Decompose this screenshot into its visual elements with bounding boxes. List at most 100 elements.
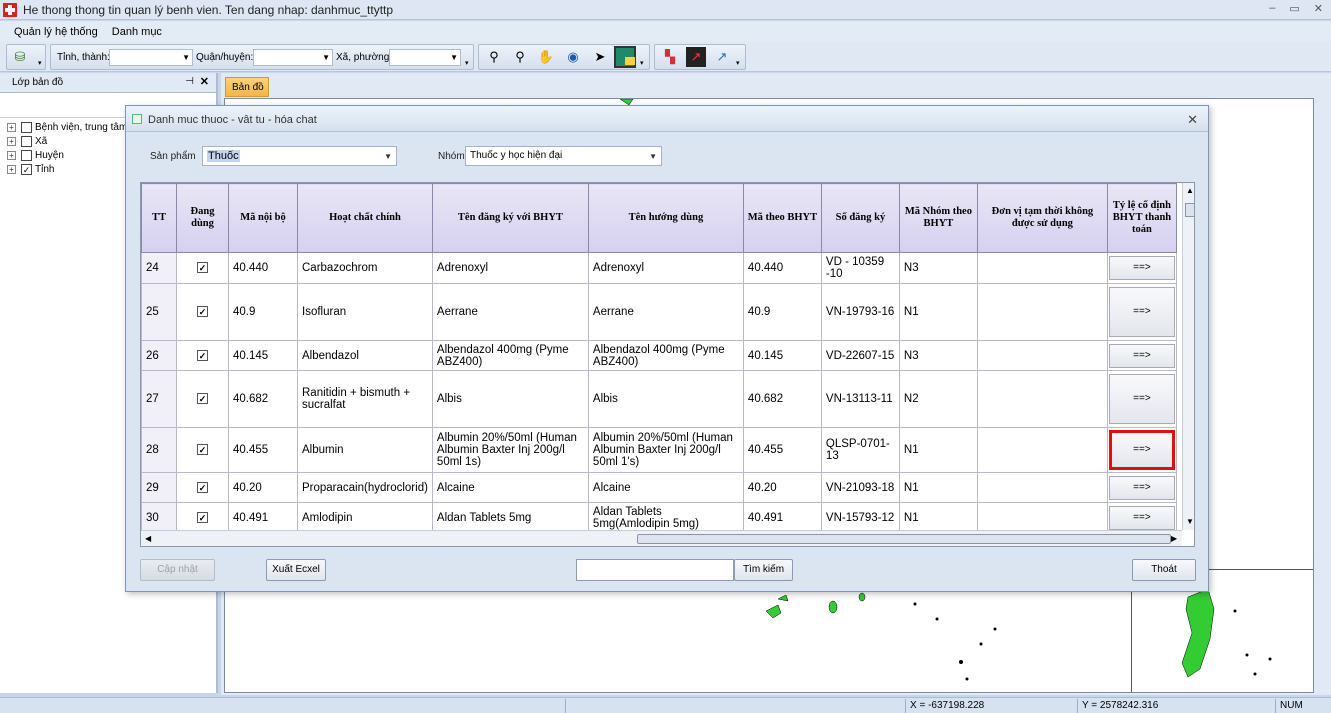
bhyt-rate-button[interactable]: ==> xyxy=(1108,287,1175,337)
cell-usage-name[interactable]: Albis xyxy=(587,370,744,428)
cell-usage-name[interactable]: Albumin 20%/50ml (Human Albumin Baxter I… xyxy=(587,427,744,473)
cell-active-ingredient[interactable]: Amlodipin xyxy=(297,502,433,533)
col-header-in-use[interactable]: Đang dùng xyxy=(176,183,229,253)
pan-hand-icon[interactable]: ✋ xyxy=(536,47,556,67)
cell-internal-code[interactable]: 40.145 xyxy=(228,340,298,371)
checkbox[interactable] xyxy=(21,121,32,133)
cell-bhyt-name[interactable]: Albumin 20%/50ml (Human Albumin Baxter I… xyxy=(431,427,589,473)
cell-active-ingredient[interactable]: Ranitidin + bismuth + sucralfat xyxy=(297,370,433,428)
in-use-checkbox[interactable]: ✓ xyxy=(197,511,208,523)
table-row[interactable]: 26 ✓ 40.145 Albendazol Albendazol 400mg … xyxy=(141,340,1177,371)
expand-icon[interactable]: + xyxy=(7,150,16,160)
in-use-checkbox[interactable]: ✓ xyxy=(197,306,208,317)
cell-usage-name[interactable]: Alcaine xyxy=(587,472,744,503)
bhyt-rate-button[interactable]: ==> xyxy=(1108,343,1175,368)
horizontal-scrollbar[interactable]: ◀ ▶ xyxy=(141,530,1182,546)
cell-bhyt-code[interactable]: 40.682 xyxy=(742,370,822,428)
col-header-tt[interactable]: TT xyxy=(141,183,177,253)
cell-bhyt-group[interactable]: N2 xyxy=(898,370,978,428)
cell-internal-code[interactable]: 40.9 xyxy=(228,283,298,341)
table-row[interactable]: 24 ✓ 40.440 Carbazochrom Adrenoxyl Adren… xyxy=(141,252,1177,284)
district-select[interactable]: ▼ xyxy=(253,49,333,66)
cell-internal-code[interactable]: 40.440 xyxy=(228,252,298,284)
bhyt-rate-button[interactable]: ==> xyxy=(1108,374,1175,424)
cell-internal-code[interactable]: 40.682 xyxy=(228,370,298,428)
col-header-internal-code[interactable]: Mã nội bộ xyxy=(228,183,298,253)
cell-active-ingredient[interactable]: Albumin xyxy=(297,427,433,473)
minimize-button[interactable]: – xyxy=(1269,2,1275,15)
product-select[interactable]: Thuốc ▼ xyxy=(202,146,397,166)
cell-bhyt-group[interactable]: N3 xyxy=(898,340,978,371)
cell-registration-no[interactable]: VN-13113-11 xyxy=(820,370,900,428)
cell-active-ingredient[interactable]: Carbazochrom xyxy=(297,252,433,284)
search-button[interactable]: Tìm kiếm xyxy=(734,559,793,581)
cell-unit-restriction[interactable] xyxy=(976,427,1108,473)
in-use-checkbox[interactable]: ✓ xyxy=(197,262,208,273)
col-header-usage-name[interactable]: Tên hướng dùng xyxy=(587,183,744,253)
scroll-right-icon[interactable]: ▶ xyxy=(1171,534,1177,543)
cell-internal-code[interactable]: 40.20 xyxy=(228,472,298,503)
col-header-bhyt-name[interactable]: Tên đăng ký với BHYT xyxy=(431,183,589,253)
vertical-scrollbar[interactable]: ▲ ▼ xyxy=(1182,183,1194,530)
cell-bhyt-code[interactable]: 40.145 xyxy=(742,340,822,371)
cell-registration-no[interactable]: VN-19793-16 xyxy=(820,283,900,341)
cell-active-ingredient[interactable]: Proparacain(hydroclorid) xyxy=(297,472,433,503)
scroll-left-icon[interactable]: ◀ xyxy=(145,534,151,543)
bhyt-rate-button-highlighted[interactable]: ==> xyxy=(1108,430,1175,470)
search-input[interactable] xyxy=(576,559,734,581)
table-row[interactable]: 28 ✓ 40.455 Albumin Albumin 20%/50ml (Hu… xyxy=(141,427,1177,473)
cell-bhyt-name[interactable]: Albis xyxy=(431,370,589,428)
col-header-bhyt-code[interactable]: Mã theo BHYT xyxy=(742,183,822,253)
cell-unit-restriction[interactable] xyxy=(976,502,1108,533)
chevron-down-icon[interactable]: ▾ xyxy=(736,59,740,67)
table-row[interactable]: 27 ✓ 40.682 Ranitidin + bismuth + sucral… xyxy=(141,370,1177,428)
cell-bhyt-code[interactable]: 40.20 xyxy=(742,472,822,503)
pointer-icon[interactable]: ➤ xyxy=(590,47,610,67)
chevron-down-icon[interactable]: ▾ xyxy=(38,59,42,67)
chevron-down-icon[interactable]: ▾ xyxy=(465,59,469,67)
group-select[interactable]: Thuốc y học hiện đại ▼ xyxy=(465,146,662,166)
scroll-up-icon[interactable]: ▲ xyxy=(1186,186,1194,195)
cell-registration-no[interactable]: VD-22607-15 xyxy=(820,340,900,371)
expand-icon[interactable]: + xyxy=(7,136,16,146)
cell-active-ingredient[interactable]: Albendazol xyxy=(297,340,433,371)
cell-bhyt-name[interactable]: Alcaine xyxy=(431,472,589,503)
in-use-checkbox[interactable]: ✓ xyxy=(197,481,208,493)
maximize-button[interactable]: ▭ xyxy=(1289,2,1299,15)
scroll-down-icon[interactable]: ▼ xyxy=(1186,517,1194,526)
cell-internal-code[interactable]: 40.491 xyxy=(228,502,298,533)
close-icon[interactable]: ✕ xyxy=(200,75,209,88)
globe-icon[interactable]: ◉ xyxy=(563,47,583,67)
cell-bhyt-code[interactable]: 40.9 xyxy=(742,283,822,341)
table-row[interactable]: 30 ✓ 40.491 Amlodipin Aldan Tablets 5mg … xyxy=(141,502,1177,533)
expand-icon[interactable]: + xyxy=(7,122,16,132)
province-select[interactable]: ▼ xyxy=(109,49,193,66)
menu-system[interactable]: Quản lý hệ thống xyxy=(14,26,98,38)
tab-map[interactable]: Bản đồ xyxy=(225,77,269,97)
fill-color-icon[interactable] xyxy=(614,46,636,68)
menu-catalog[interactable]: Danh mục xyxy=(112,26,162,38)
cell-internal-code[interactable]: 40.455 xyxy=(228,427,298,473)
in-use-checkbox[interactable]: ✓ xyxy=(197,349,208,361)
checkbox[interactable] xyxy=(21,135,32,147)
cell-bhyt-code[interactable]: 40.440 xyxy=(742,252,822,284)
cell-registration-no[interactable]: VN-21093-18 xyxy=(820,472,900,503)
cell-bhyt-code[interactable]: 40.455 xyxy=(742,427,822,473)
cell-registration-no[interactable]: QLSP-0701-13 xyxy=(820,427,900,473)
table-row[interactable]: 25 ✓ 40.9 Isofluran Aerrane Aerrane 40.9… xyxy=(141,283,1177,341)
cell-usage-name[interactable]: Adrenoxyl xyxy=(587,252,744,284)
cell-bhyt-name[interactable]: Aldan Tablets 5mg xyxy=(431,502,589,533)
map-chart-icon[interactable]: ▚ xyxy=(660,47,680,67)
chevron-down-icon[interactable]: ▾ xyxy=(640,59,644,67)
cell-usage-name[interactable]: Aldan Tablets 5mg(Amlodipin 5mg) xyxy=(587,502,744,533)
cell-unit-restriction[interactable] xyxy=(976,370,1108,428)
cell-registration-no[interactable]: VD - 10359 -10 xyxy=(820,252,900,284)
cell-unit-restriction[interactable] xyxy=(976,283,1108,341)
col-header-registration-no[interactable]: Số đăng ký xyxy=(820,183,900,253)
cell-registration-no[interactable]: VN-15793-12 xyxy=(820,502,900,533)
col-header-active-ingredient[interactable]: Hoạt chất chính xyxy=(297,183,433,253)
col-header-bhyt-group[interactable]: Mã Nhóm theo BHYT xyxy=(898,183,978,253)
in-use-checkbox[interactable]: ✓ xyxy=(197,393,208,404)
bhyt-rate-button[interactable]: ==> xyxy=(1108,475,1175,500)
checkbox[interactable]: ✓ xyxy=(21,163,32,175)
